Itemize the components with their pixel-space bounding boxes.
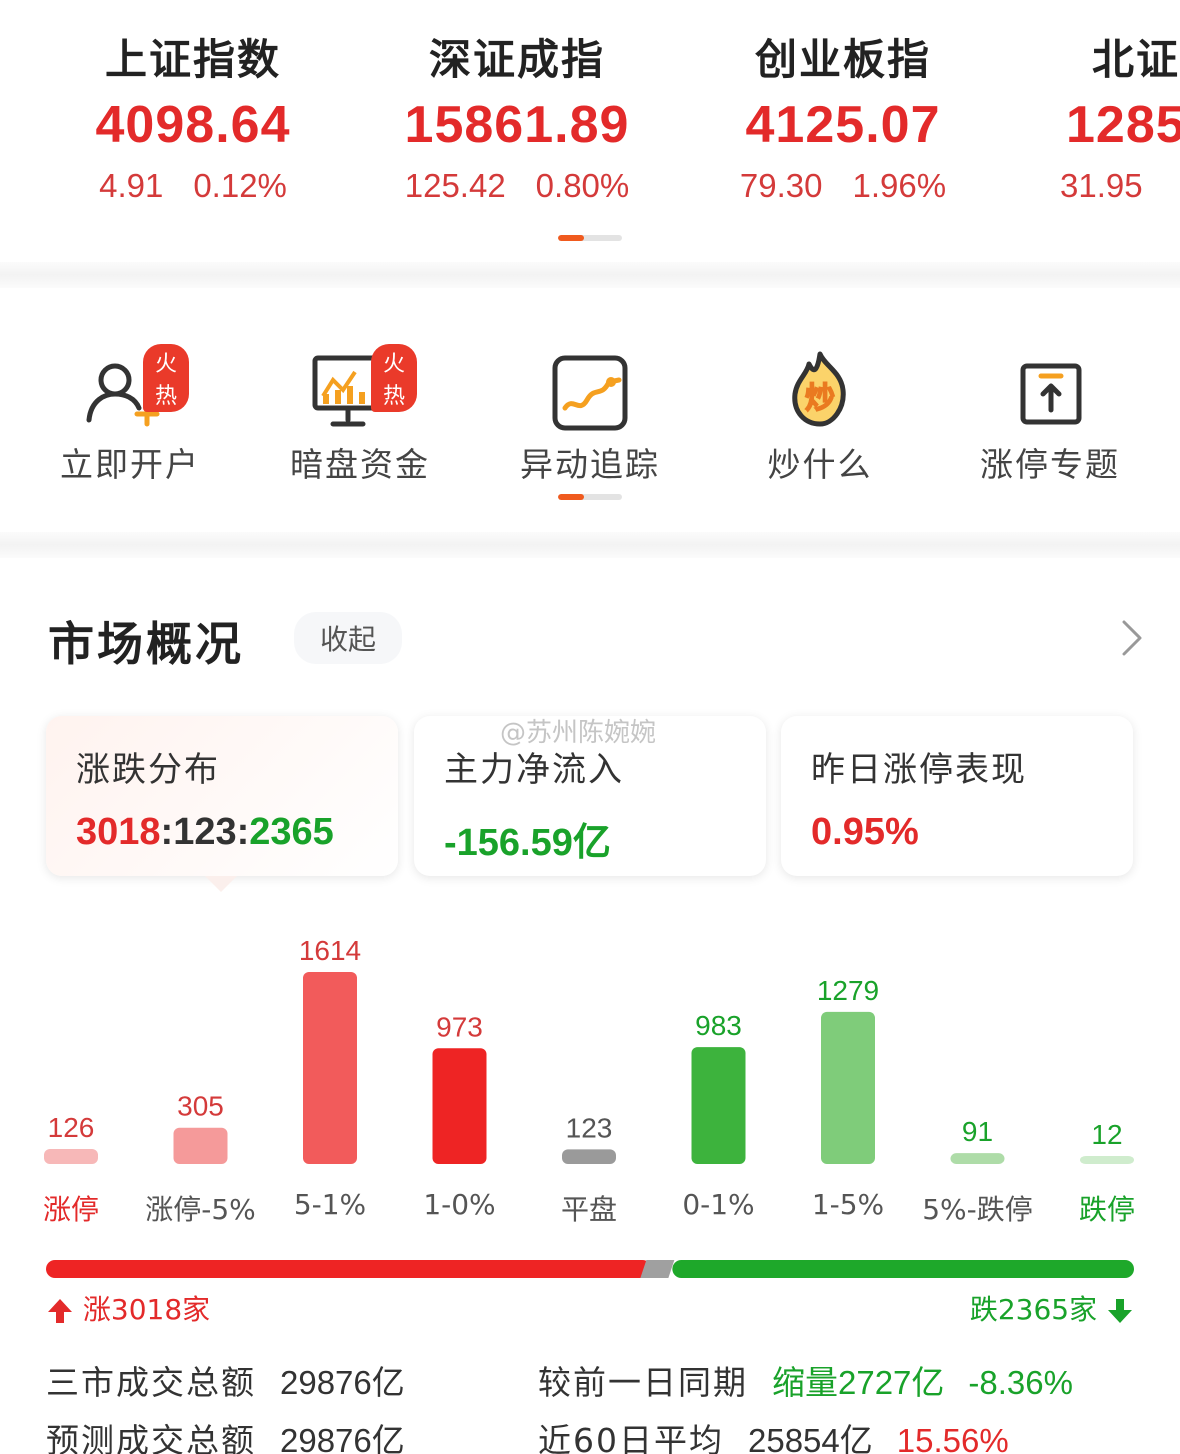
index-change: 125.42 0.80% <box>404 167 630 204</box>
index-name: 深证成指 <box>428 35 605 84</box>
shortcut-dark-pool[interactable]: 火热 暗盘资金 <box>245 300 475 486</box>
up-count: 涨3018家 <box>46 1288 210 1328</box>
card-yesterday-limit-up[interactable]: 昨日涨停表现 0.95% <box>781 716 1133 876</box>
ratio-up-segment <box>46 1260 652 1278</box>
category-label: 1-0% <box>423 1188 496 1221</box>
up-arrow-box-icon <box>1020 363 1082 425</box>
index-value: 15861.89 <box>404 96 630 154</box>
bar-5 <box>691 1047 746 1164</box>
index-sz[interactable]: 深证成指 15861.89 125.42 0.80% <box>352 26 682 205</box>
card-up-down-distribution[interactable]: 涨跌分布 3018:123:2365 <box>46 716 398 876</box>
shortcut-label: 异动追踪 <box>520 445 660 484</box>
card-value: -156.59亿 <box>444 822 611 864</box>
index-change: 31.95 <box>1060 167 1143 204</box>
index-sh[interactable]: 上证指数 4098.64 4.91 0.12% <box>28 26 358 205</box>
category-label: 1-5% <box>811 1188 885 1221</box>
index-page-indicator <box>558 235 622 241</box>
bar-8 <box>1080 1156 1134 1164</box>
bar-value-label: 126 <box>48 1112 95 1143</box>
card-title: 昨日涨停表现 <box>811 750 1027 790</box>
index-value: 4098.64 <box>95 96 291 154</box>
index-value: 4125.07 <box>745 96 941 154</box>
arrow-up-icon <box>48 1299 72 1323</box>
section-divider <box>0 262 1180 288</box>
bar-6 <box>821 1011 875 1164</box>
bar-4 <box>562 1149 616 1164</box>
down-count: 跌2365家 <box>970 1288 1134 1328</box>
category-label: 平盘 <box>560 1193 617 1226</box>
category-label: 涨停-5% <box>145 1193 256 1226</box>
shortcut-limit-up-topic[interactable]: 涨停专题 <box>935 300 1165 486</box>
fire-icon: 炒 <box>792 351 846 427</box>
card-title: 涨跌分布 <box>76 750 220 790</box>
bar-value-label: 123 <box>566 1112 613 1143</box>
index-value: 1285 <box>1066 96 1180 154</box>
bar-0 <box>44 1149 98 1164</box>
section-title: 市场概况 <box>48 617 244 671</box>
bar-value-label: 12 <box>1091 1119 1122 1150</box>
card-value: 3018:123:2365 <box>76 811 334 853</box>
card-title: 主力净流入 <box>444 750 624 790</box>
shortcut-label: 暗盘资金 <box>290 445 430 484</box>
stat-forecast-turnover: 预测成交总额 29876亿 <box>46 1421 405 1454</box>
category-label: 5-1% <box>293 1188 367 1221</box>
index-name: 北证 <box>1092 35 1180 84</box>
card-pointer <box>205 876 237 892</box>
shortcut-grid: 火热 立即开户 火热 暗盘资金 异动追踪 炒 炒什么 涨停专题 <box>0 300 1180 530</box>
breadth-ratio-bar <box>46 1260 1134 1278</box>
ratio-down-segment <box>672 1260 1134 1278</box>
category-label: 0-1% <box>682 1188 755 1221</box>
category-label: 5%-跌停 <box>922 1193 1033 1226</box>
hot-badge: 火热 <box>371 344 418 412</box>
index-strip[interactable]: 上证指数 4098.64 4.91 0.12% 深证成指 15861.89 125… <box>0 0 1180 262</box>
bar-value-label: 305 <box>177 1091 224 1122</box>
shortcut-open-account[interactable]: 火热 立即开户 <box>15 300 245 486</box>
bar-1 <box>173 1127 228 1164</box>
arrow-down-icon <box>1108 1299 1132 1323</box>
index-name: 创业板指 <box>754 35 931 84</box>
category-label: 涨停 <box>42 1193 99 1226</box>
stat-total-turnover: 三市成交总额 29876亿 <box>46 1363 405 1402</box>
bar-3 <box>432 1048 487 1164</box>
trend-line-icon <box>552 355 628 431</box>
shortcut-label: 立即开户 <box>60 445 200 484</box>
bar-2 <box>303 972 357 1164</box>
shortcut-page-indicator <box>558 494 622 500</box>
watermark: @苏州陈婉婉 <box>500 718 657 748</box>
index-cyb[interactable]: 创业板指 4125.07 79.30 1.96% <box>678 26 1008 205</box>
bar-value-label: 1614 <box>299 935 361 966</box>
stat-60-day-average: 近60日平均 25854亿 15.56% <box>538 1421 1009 1454</box>
shortcut-anomaly-tracking[interactable]: 异动追踪 <box>475 300 705 486</box>
category-label: 跌停 <box>1078 1193 1135 1226</box>
shortcut-label: 涨停专题 <box>980 445 1120 484</box>
bar-7 <box>950 1153 1005 1164</box>
shortcut-label: 炒什么 <box>767 445 873 484</box>
shortcut-what-to-trade[interactable]: 炒 炒什么 <box>705 300 935 486</box>
bar-value-label: 1279 <box>817 975 879 1006</box>
fire-icon-text: 炒 <box>805 381 835 416</box>
index-bz[interactable]: 北证 1285 31.95 <box>1060 26 1180 205</box>
hot-badge: 火热 <box>143 344 190 412</box>
index-name: 上证指数 <box>104 35 281 84</box>
chevron-right-icon[interactable] <box>1118 618 1146 658</box>
index-change: 79.30 1.96% <box>739 167 947 204</box>
card-value: 0.95% <box>811 811 919 853</box>
bar-value-label: 983 <box>695 1010 742 1041</box>
collapse-button[interactable]: 收起 <box>294 612 403 664</box>
bar-value-label: 91 <box>962 1116 993 1147</box>
bar-value-label: 973 <box>436 1011 483 1042</box>
stat-compare-previous: 较前一日同期 缩量2727亿 -8.36% <box>538 1363 1073 1402</box>
section-divider <box>0 532 1180 558</box>
index-change: 4.91 0.12% <box>99 167 287 204</box>
